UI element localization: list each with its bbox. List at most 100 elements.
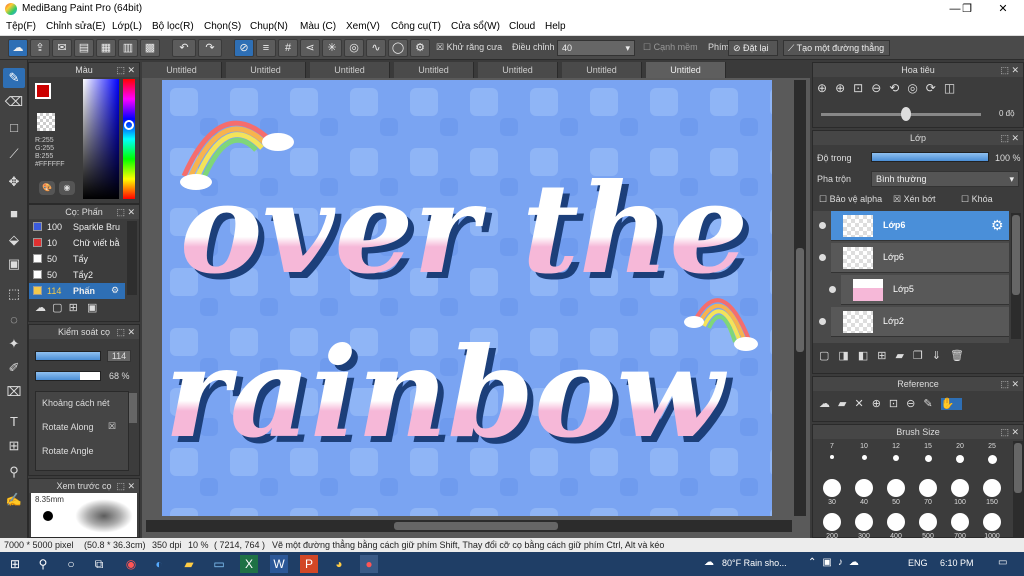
tray-icons[interactable]: ⌃▣♪☁ xyxy=(808,557,865,568)
layer-row-selected[interactable]: Lớp6 ⚙ xyxy=(819,211,1009,241)
vertical-scroll-thumb[interactable] xyxy=(796,248,804,352)
color-palette-icon[interactable]: 🎨 xyxy=(39,181,55,195)
brush-tool-icon[interactable]: ✎ xyxy=(3,68,25,88)
edge-icon[interactable]: ◐ xyxy=(150,555,168,573)
text-tool-icon[interactable]: T xyxy=(3,412,25,432)
redo-button[interactable]: ↷ xyxy=(198,39,222,57)
select-tool-icon[interactable]: ⬚ xyxy=(3,284,25,304)
ref-open-icon[interactable]: ▰ xyxy=(838,398,854,410)
antialias-checkbox[interactable]: ☒ Khử răng cưa xyxy=(436,42,502,53)
tab-untitled[interactable]: Untitled xyxy=(310,62,390,78)
brush-size-cell[interactable]: 70 xyxy=(913,477,943,509)
clock[interactable]: 6:10 PM xyxy=(940,558,974,568)
maximize-button[interactable]: ❐ xyxy=(955,0,979,18)
weather-widget[interactable]: 80°F Rain sho... xyxy=(722,558,787,568)
color-picker-icon[interactable]: ◉ xyxy=(59,181,75,195)
desktop-app-icon[interactable]: ▭ xyxy=(210,555,228,573)
new-halftone-layer-icon[interactable]: ◨ xyxy=(838,350,857,362)
rotate-left-icon[interactable]: ⟲ xyxy=(889,81,907,95)
canvas-vertical-scrollbar[interactable] xyxy=(794,80,806,516)
layer-row[interactable]: Lớp2 xyxy=(819,307,1009,337)
medibang-icon[interactable]: ● xyxy=(360,555,378,573)
clipping-checkbox[interactable]: ☒ Xén bớt xyxy=(893,194,936,205)
rect-select-tool-icon[interactable]: □ xyxy=(3,118,25,138)
blend-mode-dropdown[interactable]: Bình thường ▾ xyxy=(871,171,1019,187)
curve-snap-icon[interactable]: ∿ xyxy=(366,39,386,57)
rotate-along-checkbox[interactable]: ☒ xyxy=(108,421,116,432)
layer-scroll-thumb[interactable] xyxy=(1012,215,1020,295)
line-tool-icon[interactable]: ⟋ xyxy=(3,144,25,164)
ref-hand-icon[interactable]: ✋ xyxy=(940,398,963,410)
brush-size-cell[interactable]: 10 xyxy=(849,443,879,475)
brush-cloud-icon[interactable]: ☁ xyxy=(35,302,46,314)
ref-cloud-icon[interactable]: ☁ xyxy=(819,398,838,410)
app-icon[interactable]: ◉ xyxy=(122,555,140,573)
adjust-dropdown[interactable]: 40 ▾ xyxy=(557,40,635,56)
select-pen-tool-icon[interactable]: ✐ xyxy=(3,358,25,378)
brush-options-scrollbar[interactable] xyxy=(129,393,137,423)
cloud-icon[interactable]: ☁ xyxy=(8,39,28,57)
brush-size-cell[interactable]: 7 xyxy=(817,443,847,475)
brush-size-value[interactable]: 114 xyxy=(107,350,131,362)
brush-size-cell[interactable]: 150 xyxy=(977,477,1007,509)
zoom-in-icon[interactable]: ⊕ xyxy=(835,81,853,95)
panel-icon[interactable]: ▤ xyxy=(74,39,94,57)
cross-snap-icon[interactable]: # xyxy=(278,39,298,57)
task-view-icon[interactable]: ⧉ xyxy=(90,555,108,573)
menu-view[interactable]: Xem(V) xyxy=(346,21,380,32)
layer-row[interactable]: Lớp6 xyxy=(819,243,1009,273)
horizontal-scroll-thumb[interactable] xyxy=(394,522,558,530)
reset-button[interactable]: ⊘ Đặt lại xyxy=(728,40,778,56)
duplicate-layer-icon[interactable]: ❐ xyxy=(913,350,932,362)
brush-size-cell[interactable]: 20 xyxy=(945,443,975,475)
hue-handle[interactable] xyxy=(124,120,134,130)
rotate-angle-label[interactable]: Rotate Angle xyxy=(42,446,94,456)
menu-snap[interactable]: Chụp(N) xyxy=(250,21,288,32)
brush-list-scrollbar[interactable] xyxy=(127,221,137,295)
brush-settings-icon[interactable]: ⚙ xyxy=(111,285,119,296)
add-layer-menu-icon[interactable]: ⊞ xyxy=(877,350,895,362)
bucket-tool-icon[interactable]: ⬙ xyxy=(3,230,25,250)
brush-size-scroll-thumb[interactable] xyxy=(1014,443,1022,493)
tab-untitled[interactable]: Untitled xyxy=(226,62,306,78)
panel-options-icon[interactable]: ⬚ ✕ xyxy=(116,63,135,77)
zoom-actual-icon[interactable]: ⊡ xyxy=(853,81,871,95)
brush-new-icon[interactable]: ▢ xyxy=(52,302,62,314)
brush-size-cell[interactable]: 30 xyxy=(817,477,847,509)
file-explorer-icon[interactable]: ▰ xyxy=(180,555,198,573)
select-eraser-tool-icon[interactable]: ⌧ xyxy=(3,382,25,402)
cortana-icon[interactable]: ○ xyxy=(62,555,80,573)
eraser-tool-icon[interactable]: ⌫ xyxy=(3,92,25,112)
share-icon[interactable]: ⇪ xyxy=(30,39,50,57)
weather-icon[interactable]: ☁ xyxy=(704,557,714,568)
vanish-snap-icon[interactable]: ⋖ xyxy=(300,39,320,57)
brush-size-cell[interactable]: 15 xyxy=(913,443,943,475)
menu-tools[interactable]: Công cụ(T) xyxy=(391,21,441,32)
chrome-icon[interactable]: ◕ xyxy=(330,555,348,573)
menu-layer[interactable]: Lớp(L) xyxy=(112,21,142,32)
flip-icon[interactable]: ◫ xyxy=(944,81,963,95)
notification-icon[interactable]: ▭ xyxy=(998,557,1007,568)
layer-settings-icon[interactable]: ⚙ xyxy=(991,217,1004,234)
stroke-spacing-label[interactable]: Khoảng cách nét xyxy=(42,398,110,408)
saturation-value-picker[interactable] xyxy=(83,79,119,199)
foreground-color-swatch[interactable] xyxy=(35,83,51,99)
search-icon[interactable]: ⚲ xyxy=(34,555,52,573)
brush-size-cell[interactable]: 12 xyxy=(881,443,911,475)
visibility-eye-icon[interactable] xyxy=(819,318,826,325)
menu-edit[interactable]: Chỉnh sửa(E) xyxy=(46,21,106,32)
zoom-fit-icon[interactable]: ⊕ xyxy=(817,81,835,95)
lock-checkbox[interactable]: ☐ Khóa xyxy=(961,194,993,205)
fill-rect-tool-icon[interactable]: ■ xyxy=(3,204,25,224)
menu-select[interactable]: Chọn(S) xyxy=(204,21,241,32)
eyedropper-tool-icon[interactable]: ⚲ xyxy=(3,462,25,482)
word-icon[interactable]: W xyxy=(270,555,288,573)
visibility-eye-icon[interactable] xyxy=(819,222,826,229)
windows-start-icon[interactable]: ⊞ xyxy=(6,555,24,573)
parallel-snap-icon[interactable]: ≡ xyxy=(256,39,276,57)
rotation-slider-handle[interactable] xyxy=(901,107,911,121)
visibility-eye-icon[interactable] xyxy=(829,286,836,293)
new-8bit-layer-icon[interactable]: ◧ xyxy=(858,350,877,362)
hue-slider[interactable] xyxy=(123,79,135,199)
move-tool-icon[interactable]: ✥ xyxy=(3,172,25,192)
